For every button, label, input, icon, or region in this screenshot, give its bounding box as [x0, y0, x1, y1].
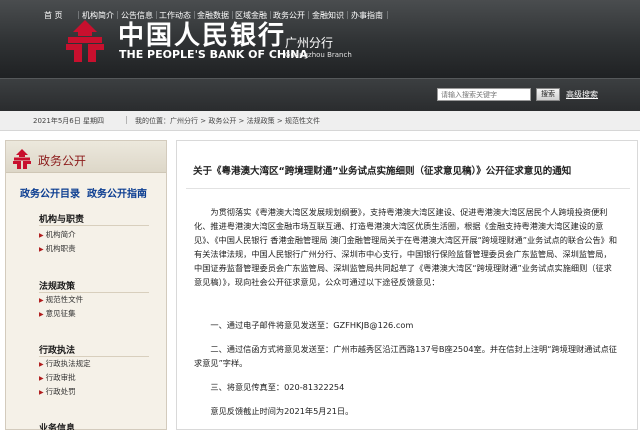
sidebar-item-org-duties[interactable]: ▶ 机构职责 [39, 243, 76, 254]
sidebar-section-title: 业务信息 [39, 424, 76, 430]
bank-name-en: THE PEOPLE'S BANK OF CHINA [119, 48, 308, 61]
title-divider [186, 188, 630, 189]
nav-separator: | [346, 10, 349, 19]
nav-separator: | [155, 10, 158, 19]
arrow-right-icon: ▶ [39, 375, 44, 382]
pboc-logo-icon[interactable] [62, 18, 108, 64]
sidebar-item-enforcement-rules[interactable]: ▶ 行政执法规定 [39, 358, 91, 369]
nav-separator: | [77, 10, 80, 19]
sidebar-section-title: 机构与职责 [39, 215, 85, 225]
search-button[interactable]: 搜索 [536, 88, 560, 101]
arrow-right-icon: ▶ [39, 389, 44, 396]
article-paragraph-fax: 三、将意见传真至：020-81322254 [210, 382, 345, 392]
arrow-right-icon: ▶ [39, 297, 44, 304]
sidebar-item-label: 规范性文件 [45, 295, 84, 304]
nav-item-data[interactable]: 金融数据 [197, 10, 229, 21]
article-paragraph-deadline: 意见反馈截止时间为2021年5月21日。 [210, 406, 354, 416]
section-divider [39, 356, 149, 357]
nav-item-regional[interactable]: 区域金融 [235, 10, 267, 21]
sidebar-item-penalty[interactable]: ▶ 行政处罚 [39, 386, 76, 397]
nav-item-gov-affairs[interactable]: 政务公开 [273, 10, 305, 21]
nav-separator: | [193, 10, 196, 19]
sidebar-section-title: 法规政策 [39, 282, 76, 292]
sidebar-item-label: 机构简介 [45, 230, 76, 239]
breadcrumb-divider: | [125, 115, 128, 124]
advanced-search-link[interactable]: 高级搜索 [566, 89, 598, 100]
sidebar-item-label: 意见征集 [45, 309, 76, 318]
branch-name-cn: 广州分行 [285, 36, 334, 50]
nav-separator: | [116, 10, 119, 19]
branch-name-en: Guangzhou Branch [285, 51, 352, 59]
nav-separator: | [307, 10, 310, 19]
sidebar-item-org-intro[interactable]: ▶ 机构简介 [39, 229, 76, 240]
sidebar-item-label: 机构职责 [45, 244, 76, 253]
nav-item-home[interactable]: 首 页 [44, 10, 63, 21]
current-date: 2021年5月6日 星期四 [33, 117, 104, 125]
arrow-right-icon: ▶ [39, 311, 44, 318]
nav-item-knowledge[interactable]: 金融知识 [312, 10, 344, 21]
article-paragraph-intro: 为贯彻落实《粤港澳大湾区发展规划纲要》，支持粤港澳大湾区建设、促进粤港澳大湾区居… [194, 207, 618, 287]
sidebar-item-label: 行政处罚 [45, 387, 76, 396]
nav-separator: | [231, 10, 234, 19]
gov-affairs-guide-link[interactable]: 政务公开指南 [87, 185, 147, 200]
article-title: 关于《粤港澳大湾区“跨境理财通”业务试点实施细则（征求意见稿）》公开征求意见的通… [193, 166, 572, 177]
sidebar-item-normative-docs[interactable]: ▶ 规范性文件 [39, 294, 83, 305]
nav-item-about[interactable]: 机构简介 [82, 10, 114, 21]
nav-item-notices[interactable]: 公告信息 [121, 10, 153, 21]
gov-affairs-directory-link[interactable]: 政务公开目录 [20, 185, 80, 200]
nav-separator: | [386, 10, 389, 19]
article-paragraph-email: 一、通过电子邮件将意见发送至：GZFHKJB@126.com [210, 320, 414, 330]
sidebar-section-title: 行政执法 [39, 346, 76, 356]
page-root: 中国人民银行 THE PEOPLE'S BANK OF CHINA 广州分行 G… [0, 0, 640, 430]
arrow-right-icon: ▶ [39, 361, 44, 368]
pboc-logo-icon [13, 149, 31, 169]
arrow-right-icon: ▶ [39, 232, 44, 239]
section-divider [39, 225, 149, 226]
article-paragraph-mail: 二、通过信函方式将意见发送至：广州市越秀区沿江西路137号B座2504室。并在信… [194, 344, 617, 368]
breadcrumb[interactable]: 我的位置：广州分行 > 政务公开 > 法规政策 > 规范性文件 [135, 116, 320, 126]
sidebar [5, 140, 167, 430]
sidebar-item-opinion-collection[interactable]: ▶ 意见征集 [39, 308, 76, 319]
search-input[interactable] [437, 88, 531, 101]
nav-item-guide[interactable]: 办事指南 [351, 10, 383, 21]
nav-separator: | [269, 10, 272, 19]
sidebar-item-label: 行政审批 [45, 373, 76, 382]
section-divider [39, 292, 149, 293]
sidebar-title: 政务公开 [38, 154, 87, 168]
nav-item-news[interactable]: 工作动态 [159, 10, 191, 21]
sidebar-item-label: 行政执法规定 [45, 359, 91, 368]
sidebar-item-approval[interactable]: ▶ 行政审批 [39, 372, 76, 383]
arrow-right-icon: ▶ [39, 246, 44, 253]
